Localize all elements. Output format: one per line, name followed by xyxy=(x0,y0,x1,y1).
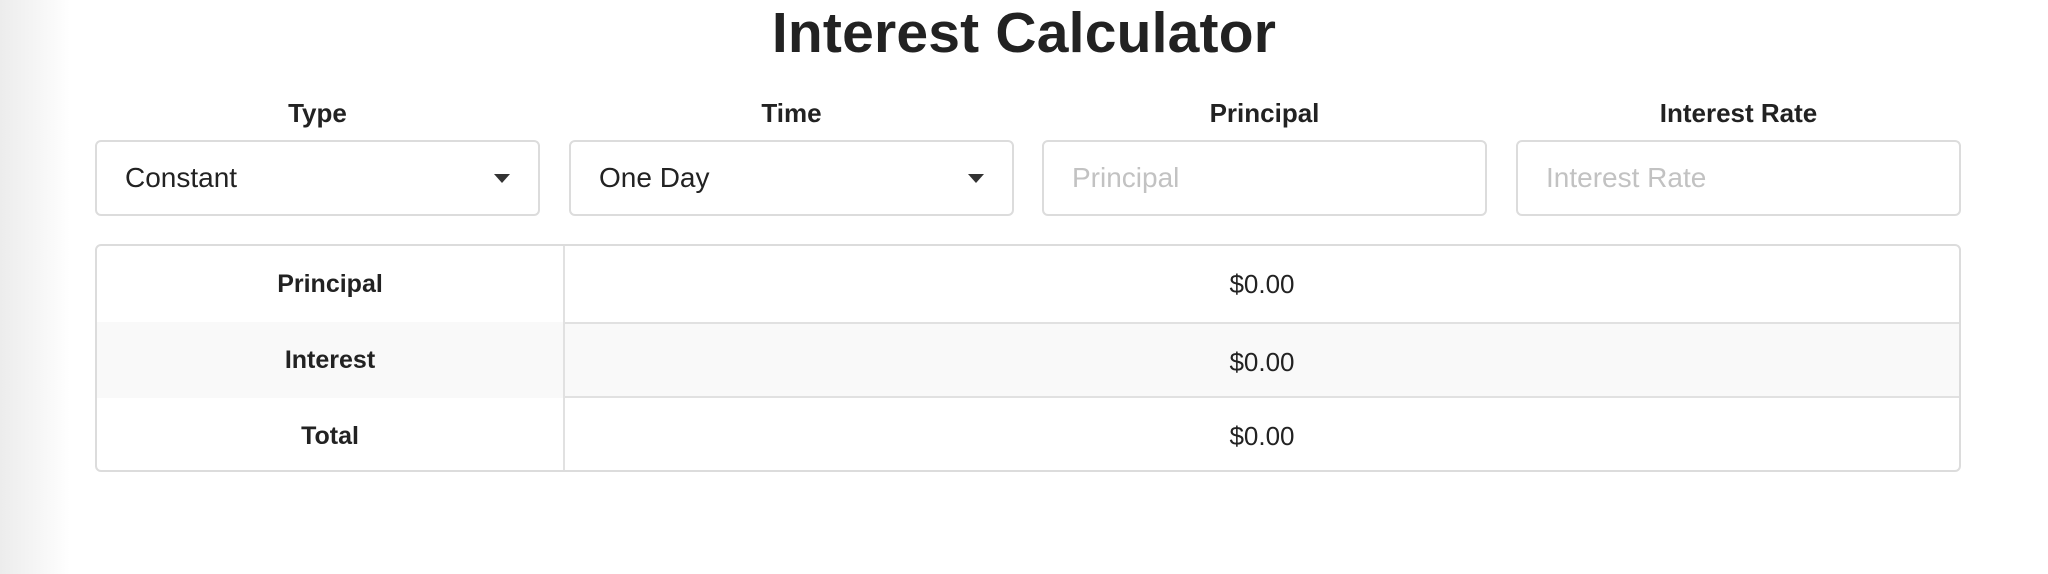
row-label-interest: Interest xyxy=(97,322,563,398)
table-row: Interest $0.00 xyxy=(97,322,1959,398)
row-value-principal: $0.00 xyxy=(563,246,1959,322)
row-label-principal: Principal xyxy=(277,270,383,298)
row-value-interest: $0.00 xyxy=(563,322,1959,398)
type-selected-value: Constant xyxy=(125,162,238,193)
interest-rate-input-box xyxy=(1516,140,1961,216)
page: Interest Calculator Type Constant Time O… xyxy=(0,0,2048,574)
row-label-total: Total xyxy=(301,422,359,450)
table-row: Principal $0.00 xyxy=(97,246,1959,322)
caret-down-icon xyxy=(494,174,510,183)
type-select[interactable]: Constant xyxy=(95,140,540,216)
interest-rate-input[interactable] xyxy=(1518,142,1959,214)
table-row: Total $0.00 xyxy=(97,398,1959,470)
principal-field: Principal xyxy=(1042,96,1487,216)
left-shadow xyxy=(0,0,70,574)
row-value-total: $0.00 xyxy=(563,398,1959,470)
results-table: Principal $0.00 Interest $0.00 Total $0.… xyxy=(95,244,1961,472)
type-field: Type Constant xyxy=(95,96,540,216)
interest-rate-field: Interest Rate xyxy=(1516,96,1961,216)
time-selected-value: One Day xyxy=(599,162,710,193)
time-label: Time xyxy=(761,98,822,128)
calculator-controls: Type Constant Time One Day Principal Int… xyxy=(95,96,1961,216)
principal-input[interactable] xyxy=(1044,142,1485,214)
interest-rate-label: Interest Rate xyxy=(1659,98,1818,128)
time-select[interactable]: One Day xyxy=(569,140,1014,216)
caret-down-icon xyxy=(968,174,984,183)
principal-label: Principal xyxy=(1209,98,1320,128)
principal-input-box xyxy=(1042,140,1487,216)
time-field: Time One Day xyxy=(569,96,1014,216)
type-label: Type xyxy=(288,98,347,128)
page-title: Interest Calculator xyxy=(771,1,1277,65)
